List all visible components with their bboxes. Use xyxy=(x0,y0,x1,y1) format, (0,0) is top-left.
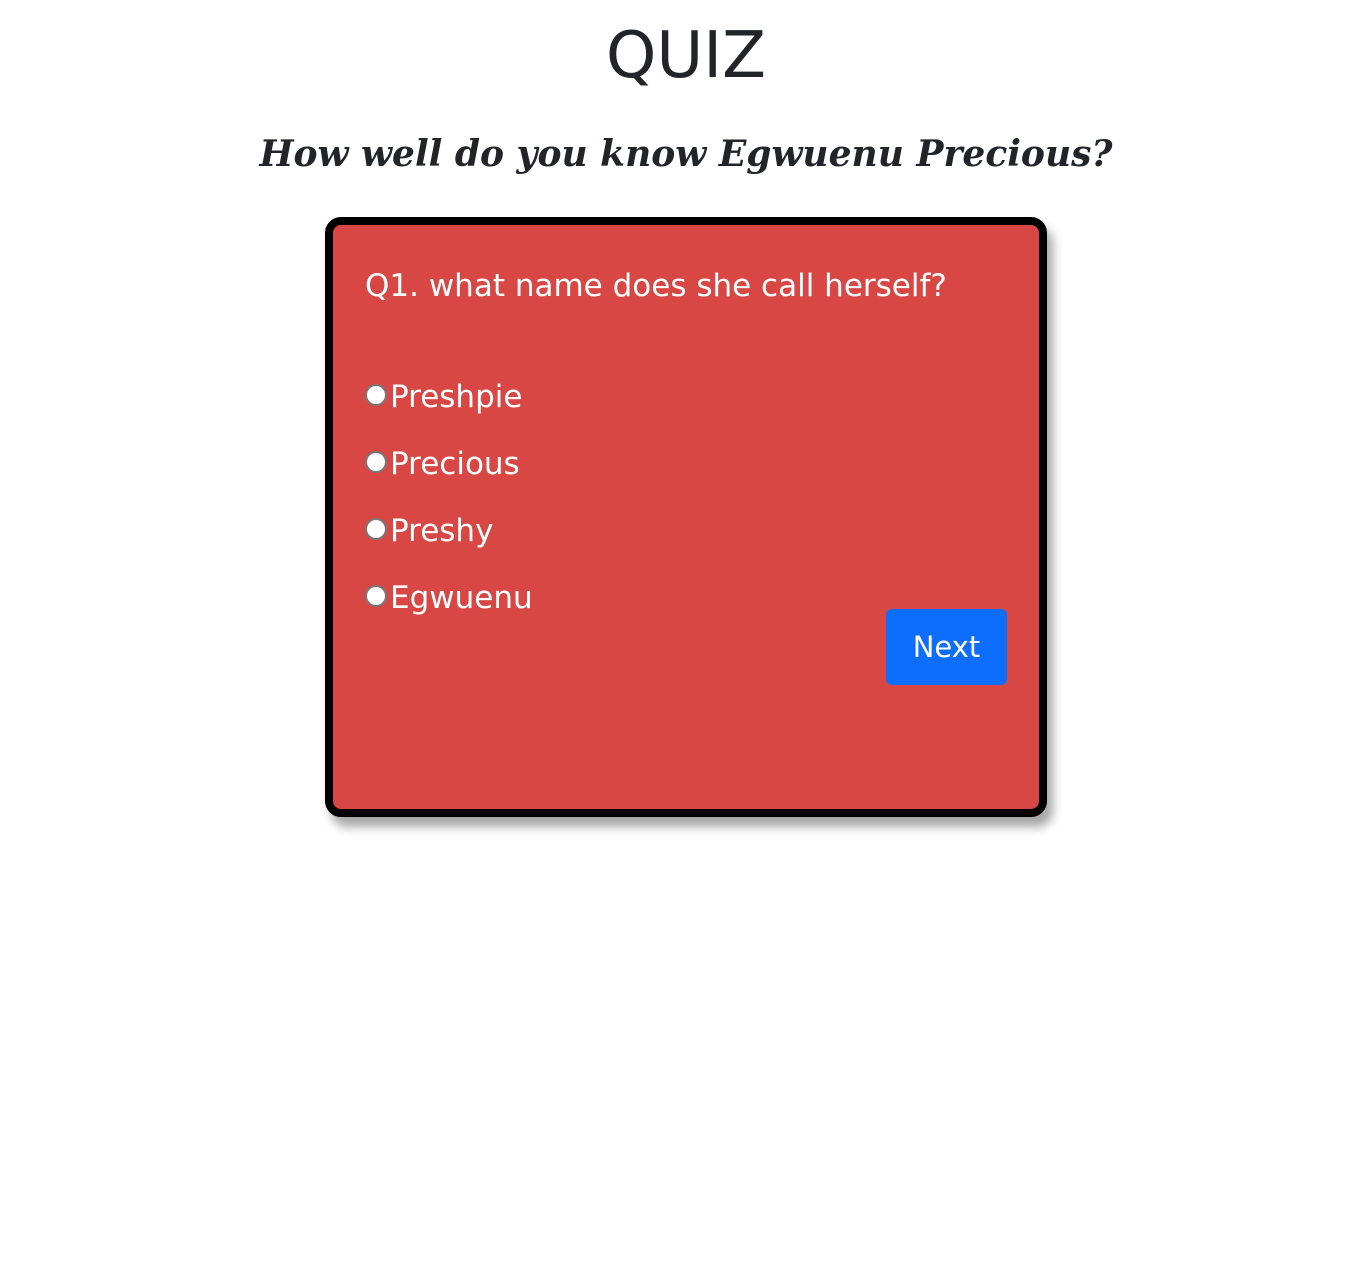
option-precious[interactable]: Precious xyxy=(365,430,533,497)
answer-options: Preshpie Precious Preshy Egwuenu xyxy=(365,363,533,631)
next-button[interactable]: Next xyxy=(886,609,1007,685)
option-preshpie[interactable]: Preshpie xyxy=(365,363,533,430)
option-radio[interactable] xyxy=(365,383,387,406)
page-subtitle: How well do you know Egwuenu Precious? xyxy=(259,133,1113,175)
option-label[interactable]: Preshpie xyxy=(390,374,522,420)
option-radio[interactable] xyxy=(365,517,387,540)
question-text: Q1. what name does she call herself? xyxy=(365,268,947,304)
option-egwuenu[interactable]: Egwuenu xyxy=(365,564,533,631)
quiz-card: Q1. what name does she call herself? Pre… xyxy=(325,217,1047,817)
page-title: QUIZ xyxy=(606,19,766,93)
option-radio[interactable] xyxy=(365,450,387,473)
option-label[interactable]: Preshy xyxy=(390,508,493,554)
option-label[interactable]: Egwuenu xyxy=(390,575,533,621)
option-label[interactable]: Precious xyxy=(390,441,520,487)
option-preshy[interactable]: Preshy xyxy=(365,497,533,564)
option-radio[interactable] xyxy=(365,584,387,607)
